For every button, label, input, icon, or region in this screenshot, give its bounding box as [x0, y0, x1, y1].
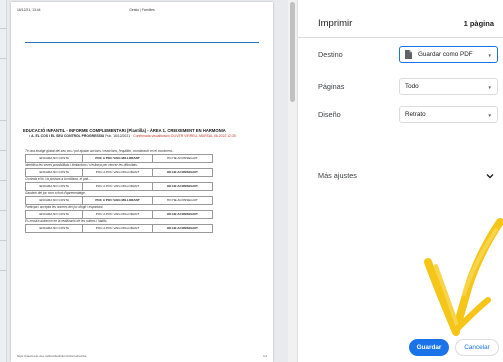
option-cell: ENCARA NO COSTA: [26, 225, 84, 232]
option-cell: HO HE ACONSEGUIT: [166, 156, 198, 161]
pages-label: Páginas: [318, 82, 345, 91]
option-cell: ENCARA NO COSTA: [26, 155, 84, 162]
page-header-title: Gestió | Famílies: [129, 8, 155, 12]
pages-value: Todo: [405, 83, 419, 90]
layout-label: Diseño: [318, 110, 341, 119]
pages-select[interactable]: Todo ▼: [399, 78, 498, 95]
question-block: Gaudeix del joc com a font d'aprenentatg…: [25, 191, 257, 205]
option-row: ENCARA NO COSTA POC A POC VAIG MILLORANT H…: [25, 168, 213, 177]
option-row: ENCARA NO COSTA POC A POC VAIG MILLORANT H…: [25, 154, 213, 163]
option-row: ENCARA NO COSTA POC A POC VAIG MILLORANT H…: [25, 210, 213, 219]
page-footer: https://nauctl.edu.xtec.cat/familieslinf…: [17, 354, 267, 358]
option-cell: ENCARA NO COSTA: [26, 169, 84, 176]
option-row: ENCARA NO COSTA POC A POC VAIG MILLORANT H…: [25, 224, 213, 233]
question-block: Identifica les seves possibilitats i lim…: [25, 163, 257, 177]
save-button[interactable]: Guardar: [409, 339, 449, 356]
page-footer-url: https://nauctl.edu.xtec.cat/familieslinf…: [17, 354, 87, 358]
option-cell: ENCARA NO COSTA: [26, 197, 84, 204]
destination-label: Destino: [318, 50, 343, 59]
option-cell: ENCARA NO COSTA: [26, 211, 84, 218]
layout-value: Retrato: [405, 111, 426, 118]
subsection-confirmation: · Confirmada visualització OLIVER VIRREL…: [131, 134, 236, 138]
question-block: Participa i accepta les normes del joc d…: [25, 205, 257, 219]
destination-value: Guardar como PDF: [418, 51, 473, 58]
cancel-button[interactable]: Cancelar: [455, 339, 499, 356]
caret-down-icon: ▼: [487, 113, 492, 118]
page-header-rule: [25, 42, 259, 43]
option-cell: ENCARA NO COSTA: [26, 183, 84, 190]
question-block: Té una imatge global del seu cos i pot a…: [25, 149, 257, 163]
document-title: EDUCACIÓ INFANTIL - INFORME COMPLEMENTAR…: [23, 128, 226, 133]
option-cell: HO HE ACONSEGUIT: [166, 170, 198, 175]
file-icon: [405, 50, 412, 59]
subsection-pub: Pub. 16/12/2021: [105, 134, 131, 138]
option-cell: HO HE ACONSEGUIT: [166, 184, 198, 189]
page-count: 1 pàgina: [463, 19, 494, 28]
print-settings-panel: Imprimir 1 pàgina Destino Guardar como P…: [297, 0, 503, 362]
more-settings-toggle[interactable]: Más ajustes: [318, 171, 357, 180]
preview-scrollbar-thumb[interactable]: [290, 2, 295, 102]
option-cell: POC A POC VAIG MILLORANT: [83, 169, 153, 176]
subsection-title: A. EL COS I EL SEU CONTROL PROGRESSIU: [31, 134, 105, 138]
print-preview-pane[interactable]: 16/12/21, 13:44 Gestió | Famílies EDUCAC…: [7, 0, 297, 362]
page-footer-number: 1/1: [263, 354, 267, 358]
panel-divider: [298, 37, 503, 38]
option-row: ENCARA NO COSTA POC A POC VAIG MILLORANT H…: [25, 182, 213, 191]
print-dialog-title: Imprimir: [318, 18, 353, 29]
chevron-down-icon[interactable]: [485, 168, 495, 179]
option-row: ENCARA NO COSTA POC A POC VAIG MILLORANT H…: [25, 196, 213, 205]
option-cell: HO HE ACONSEGUIT: [166, 198, 198, 203]
option-cell: POC A POC VAIG MILLORANT: [83, 183, 153, 190]
layout-select[interactable]: Retrato ▼: [399, 106, 498, 123]
caret-down-icon: ▼: [487, 53, 492, 58]
preview-scrollbar[interactable]: [288, 0, 297, 362]
preview-page: 16/12/21, 13:44 Gestió | Famílies EDUCAC…: [11, 2, 273, 362]
background-window-strip: [0, 0, 7, 362]
option-cell: POC A POC VAIG MILLORANT: [83, 155, 153, 162]
option-cell: HO HE ACONSEGUIT: [166, 212, 198, 217]
option-cell: POC A POC VAIG MILLORANT: [83, 197, 153, 204]
document-subtitle: • A. EL COS I EL SEU CONTROL PROGRESSIU …: [29, 134, 236, 138]
question-block: Controla el to i la postura a la rotllan…: [25, 177, 257, 191]
caret-down-icon: ▼: [487, 85, 492, 90]
option-cell: POC A POC VAIG MILLORANT: [83, 211, 153, 218]
question-block: Es mostra autònom en la realització de l…: [25, 219, 257, 233]
option-cell: HO HE ACONSEGUIT: [166, 226, 198, 231]
option-cell: POC A POC VAIG MILLORANT: [83, 225, 153, 232]
destination-select[interactable]: Guardar como PDF ▼: [399, 46, 498, 63]
